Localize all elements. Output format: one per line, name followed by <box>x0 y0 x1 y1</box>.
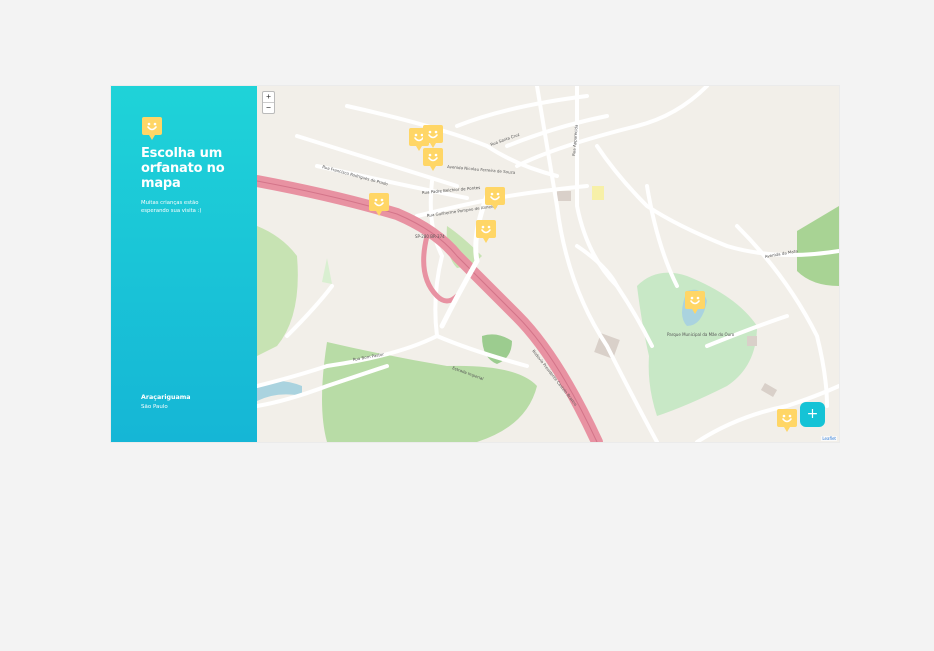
highway-shield-label: SP-280 BR-374 <box>415 234 445 239</box>
zoom-control: + − <box>262 91 275 114</box>
orphanage-marker[interactable] <box>475 219 497 245</box>
sidebar: Escolha um orfanato no mapa Muitas crian… <box>111 86 257 442</box>
map-tiles: Rua Guilherme Pompeo de Almeida Rua Padr… <box>257 86 839 442</box>
orphanage-marker[interactable] <box>422 147 444 173</box>
park-area <box>797 206 839 286</box>
state-name: São Paulo <box>141 404 168 410</box>
road-label: Rua Francisco Rodrigues do Prado <box>322 164 389 187</box>
road-label: Avenida Nicolau Ferreira de Souza <box>447 164 516 175</box>
park-label: Parque Municipal da Mãe do Ouro <box>667 332 735 337</box>
map-attribution-link[interactable]: Leaflet <box>821 436 837 441</box>
road-label: Avenida da Mata <box>764 248 798 259</box>
page-subtitle: Muitas crianças estão esperando sua visi… <box>141 200 202 214</box>
orphanage-marker[interactable] <box>484 186 506 212</box>
zoom-in-button[interactable]: + <box>263 92 274 103</box>
create-orphanage-button[interactable]: + <box>800 402 825 427</box>
city-name: Araçariguama <box>141 394 191 401</box>
zoom-out-button[interactable]: − <box>263 103 274 113</box>
orphanage-marker[interactable] <box>776 408 798 434</box>
map-marker-logo-icon <box>141 116 163 140</box>
app-container: Escolha um orfanato no mapa Muitas crian… <box>111 86 839 442</box>
orphanage-marker[interactable] <box>368 192 390 218</box>
location-info: Araçariguama São Paulo <box>141 393 191 411</box>
page-title: Escolha um orfanato no mapa <box>141 146 225 191</box>
park-area <box>257 226 298 356</box>
orphanage-marker[interactable] <box>684 290 706 316</box>
map-view[interactable]: Rua Guilherme Pompeo de Almeida Rua Padr… <box>257 86 839 442</box>
